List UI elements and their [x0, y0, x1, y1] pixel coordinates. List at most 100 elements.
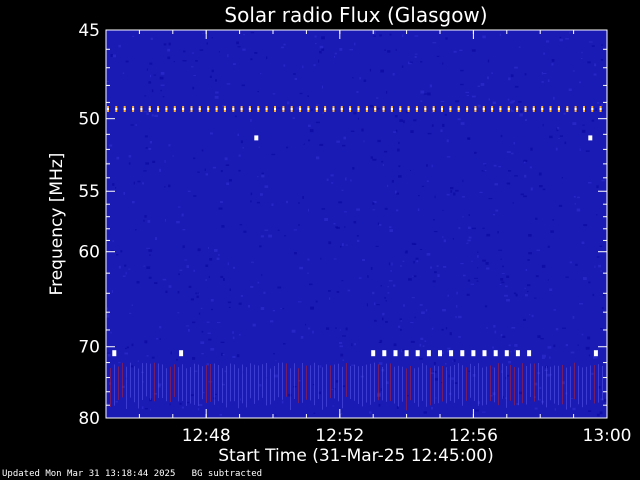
noise-speck — [185, 325, 190, 327]
spike-core — [223, 108, 226, 110]
spike-core — [349, 108, 352, 110]
rfi-stripe — [158, 363, 159, 398]
noise-speck — [474, 151, 477, 154]
noise-speck — [146, 68, 148, 71]
noise-speck — [508, 170, 512, 172]
noise-speck — [229, 179, 232, 182]
noise-speck — [471, 49, 476, 52]
rfi-stripe — [526, 366, 527, 405]
noise-speck — [203, 392, 205, 394]
noise-speck — [458, 226, 461, 230]
noise-speck — [195, 292, 200, 295]
noise-speck — [541, 81, 544, 83]
noise-speck — [204, 168, 206, 171]
band-segment — [382, 350, 387, 357]
noise-speck — [559, 38, 563, 42]
noise-speck — [370, 156, 373, 159]
noise-speck — [421, 311, 425, 315]
noise-speck — [551, 63, 554, 66]
noise-speck — [550, 230, 554, 233]
noise-speck — [228, 306, 231, 308]
rfi-stripe — [274, 365, 275, 401]
noise-speck — [506, 374, 510, 377]
noise-speck — [499, 33, 502, 36]
noise-speck — [395, 48, 397, 51]
noise-speck — [343, 136, 346, 140]
noise-speck — [541, 354, 546, 358]
rfi-stripe — [150, 363, 151, 400]
noise-speck — [568, 88, 572, 92]
band-segment — [493, 350, 498, 357]
noise-speck — [400, 349, 403, 352]
noise-speck — [596, 214, 598, 216]
noise-speck — [500, 134, 503, 138]
noise-speck — [476, 280, 479, 282]
noise-speck — [581, 333, 584, 336]
noise-speck — [197, 171, 200, 173]
noise-speck — [219, 414, 222, 416]
noise-speck — [546, 40, 550, 43]
noise-speck — [508, 344, 511, 347]
rfi-stripe — [194, 363, 195, 405]
noise-speck — [384, 207, 388, 210]
rfi-stripe — [378, 364, 379, 401]
noise-speck — [457, 118, 461, 121]
noise-speck — [342, 144, 346, 147]
noise-speck — [414, 53, 418, 55]
noise-speck — [356, 91, 359, 93]
noise-speck — [596, 185, 599, 189]
noise-speck — [135, 229, 137, 231]
noise-speck — [220, 170, 223, 173]
noise-speck — [581, 129, 586, 133]
rfi-stripe — [542, 366, 543, 405]
rfi-stripe — [534, 363, 535, 402]
noise-speck — [492, 213, 496, 216]
noise-speck — [458, 315, 462, 319]
noise-speck — [450, 187, 454, 190]
noise-speck — [193, 157, 196, 160]
rfi-stripe — [570, 366, 571, 408]
noise-speck — [375, 245, 379, 247]
noise-speck — [514, 85, 519, 88]
noise-speck — [273, 353, 275, 355]
band-segment — [112, 350, 117, 357]
noise-speck — [442, 265, 447, 268]
noise-speck — [108, 353, 111, 357]
noise-speck — [333, 55, 335, 58]
noise-speck — [115, 187, 117, 189]
noise-speck — [211, 69, 214, 73]
noise-speck — [368, 411, 372, 414]
noise-speck — [358, 277, 362, 279]
noise-speck — [577, 196, 580, 199]
noise-speck — [130, 124, 134, 126]
noise-speck — [542, 123, 544, 127]
noise-speck — [146, 112, 149, 116]
noise-speck — [594, 63, 597, 67]
spike-core — [365, 108, 368, 110]
noise-speck — [261, 174, 265, 178]
spike-core — [282, 108, 285, 110]
noise-speck — [210, 132, 213, 135]
noise-speck — [402, 304, 405, 307]
spike-core — [257, 108, 260, 110]
noise-speck — [426, 252, 431, 256]
noise-speck — [432, 42, 437, 44]
noise-speck — [520, 193, 524, 196]
noise-speck — [116, 156, 120, 160]
noise-speck — [486, 327, 488, 329]
noise-speck — [558, 204, 563, 207]
noise-speck — [233, 266, 236, 269]
spike-core — [482, 108, 485, 110]
rfi-stripe — [442, 366, 443, 402]
noise-speck — [227, 262, 229, 266]
noise-speck — [224, 370, 227, 373]
noise-speck — [293, 73, 296, 75]
noise-speck — [600, 103, 604, 106]
noise-speck — [107, 403, 109, 405]
spike-core — [290, 108, 293, 110]
noise-speck — [168, 42, 171, 46]
noise-speck — [601, 44, 603, 46]
noise-speck — [315, 300, 318, 303]
band-segment — [471, 350, 476, 357]
noise-speck — [356, 235, 359, 237]
